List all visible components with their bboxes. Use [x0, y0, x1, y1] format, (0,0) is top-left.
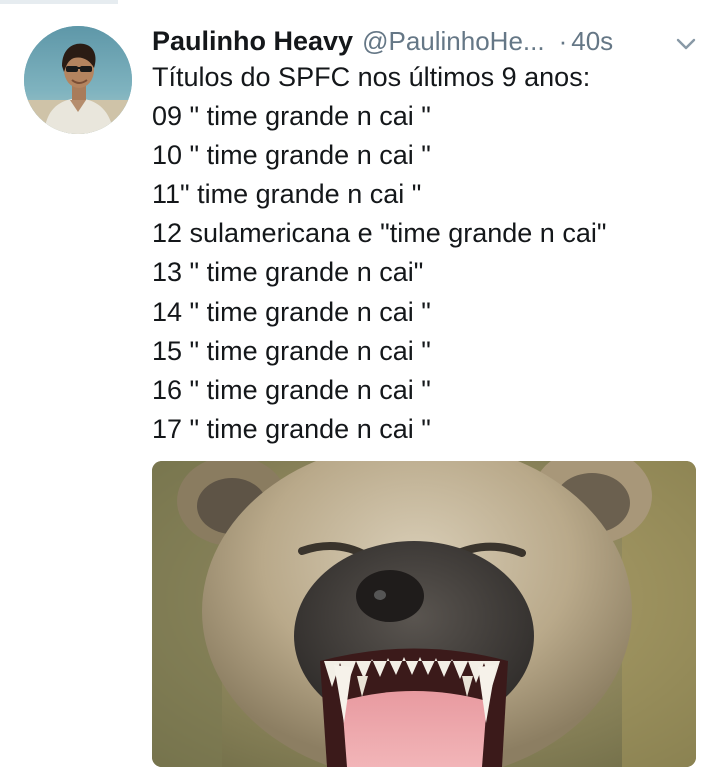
- tweet-line: 14 " time grande n cai ": [152, 296, 431, 327]
- tweet-line: 10 " time grande n cai ": [152, 140, 431, 171]
- tweet-header: Paulinho Heavy @PaulinhoHe... · 40s: [152, 22, 697, 60]
- tweet-media-image[interactable]: [152, 461, 696, 767]
- display-name[interactable]: Paulinho Heavy: [152, 26, 353, 57]
- top-divider: [0, 0, 118, 4]
- timestamp[interactable]: 40s: [571, 26, 613, 57]
- chevron-down-icon[interactable]: [676, 37, 702, 59]
- avatar-photo: [24, 26, 132, 134]
- tweet-line: 11" time grande n cai ": [152, 179, 422, 210]
- tweet-text: Títulos do SPFC nos últimos 9 anos: 09 "…: [152, 58, 712, 449]
- tweet-line: 15 " time grande n cai ": [152, 335, 431, 366]
- tweet-line: 16 " time grande n cai ": [152, 374, 431, 405]
- tweet-line: 13 " time grande n cai": [152, 257, 424, 288]
- tweet-line: 17 " time grande n cai ": [152, 413, 431, 444]
- laughing-hyena-photo: [152, 461, 696, 767]
- tweet-line: 09 " time grande n cai ": [152, 101, 431, 132]
- avatar[interactable]: [24, 26, 132, 134]
- user-handle[interactable]: @PaulinhoHe...: [362, 26, 545, 57]
- separator-dot: ·: [558, 25, 568, 56]
- tweet-line: Títulos do SPFC nos últimos 9 anos:: [152, 62, 591, 92]
- tweet-line: 12 sulamericana e "time grande n cai": [152, 218, 607, 249]
